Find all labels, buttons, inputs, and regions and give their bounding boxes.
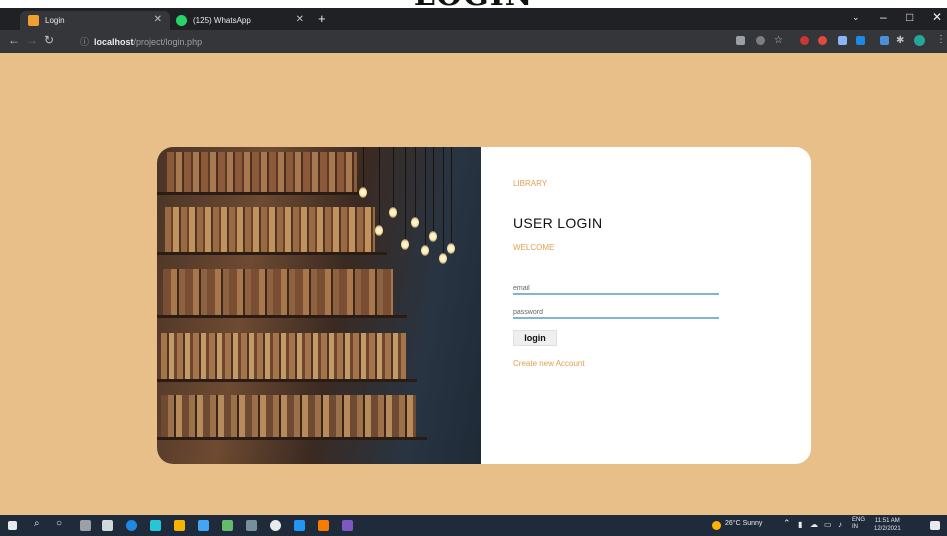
search-icon[interactable]: ⌕	[34, 518, 40, 529]
tab-whatsapp[interactable]: (125) WhatsApp ✕	[168, 11, 312, 30]
reload-icon[interactable]: ↻	[44, 33, 54, 47]
app-icon[interactable]	[222, 520, 233, 531]
new-tab-button[interactable]: +	[318, 11, 326, 26]
clock-time: 11:51 AM	[874, 518, 900, 524]
weather-icon[interactable]	[712, 521, 721, 530]
close-tab-icon[interactable]: ✕	[154, 14, 162, 25]
vscode-icon[interactable]	[294, 520, 305, 531]
form-title: USER LOGIN	[513, 215, 603, 231]
chrome-icon[interactable]	[270, 520, 281, 531]
volume-icon[interactable]: ♪	[838, 520, 842, 529]
login-favicon-icon	[28, 15, 39, 26]
battery-icon[interactable]: ▭	[824, 520, 832, 529]
extension-red-icon[interactable]	[800, 36, 809, 45]
minimize-button[interactable]: –	[880, 10, 887, 24]
tray-chevron-icon[interactable]: ⌃	[783, 518, 791, 529]
slack-icon[interactable]	[342, 520, 353, 531]
url-path: /project/login.php	[133, 36, 203, 47]
extension-adblock-icon[interactable]	[818, 36, 827, 45]
taskbar: ⌕ ○ 26°C Sunny ⌃ ▮ ☁ ▭ ♪ ENG IN 11:51 AM…	[0, 515, 947, 536]
login-button[interactable]: login	[513, 330, 557, 346]
clock[interactable]: 11:51 AM 12/2/2021	[874, 517, 901, 533]
brand-label: LIBRARY	[513, 179, 548, 188]
notifications-icon[interactable]	[930, 521, 940, 530]
page-heading: LOGIN	[0, 0, 947, 13]
cortana-icon[interactable]: ○	[56, 518, 62, 529]
translate-icon[interactable]	[736, 36, 745, 45]
task-view-icon[interactable]	[80, 520, 91, 531]
extensions-icon[interactable]: ✱	[896, 35, 904, 46]
password-field[interactable]	[513, 307, 719, 319]
xampp-icon[interactable]	[318, 520, 329, 531]
network-icon[interactable]: ▮	[798, 520, 802, 529]
tab-title: (125) WhatsApp	[193, 16, 251, 25]
language-indicator[interactable]: ENG IN	[852, 517, 865, 531]
close-tab-icon[interactable]: ✕	[296, 14, 304, 25]
create-account-link[interactable]: Create new Account	[513, 359, 585, 368]
address-bar-row: ← → ↻ ⓘ localhost /project/login.php ☆ ✱…	[0, 30, 947, 53]
bookmark-star-icon[interactable]: ☆	[774, 35, 783, 46]
windows-start-icon[interactable]	[8, 521, 17, 530]
back-arrow-icon[interactable]: ←	[8, 33, 20, 47]
calculator-icon[interactable]	[246, 520, 257, 531]
welcome-label: WELCOME	[513, 243, 555, 252]
url-host: localhost	[94, 36, 134, 47]
profile-avatar[interactable]	[914, 35, 925, 46]
library-photo	[157, 147, 481, 464]
tab-title: Login	[45, 16, 65, 25]
forward-arrow-icon[interactable]: →	[26, 33, 38, 47]
clock-date: 12/2/2021	[874, 526, 901, 532]
store-icon[interactable]	[150, 520, 161, 531]
menu-kebab-icon[interactable]: ⋮	[936, 34, 946, 45]
widgets-icon[interactable]	[102, 520, 113, 531]
extension-puzzle-icon[interactable]	[838, 36, 847, 45]
edge-icon[interactable]	[126, 520, 137, 531]
tab-search-icon[interactable]: ⌄	[852, 12, 860, 23]
extension-cyan-icon[interactable]	[880, 36, 889, 45]
tab-login[interactable]: Login ✕	[20, 11, 170, 30]
email-field[interactable]	[513, 283, 719, 295]
url-field[interactable]: ⓘ localhost /project/login.php	[80, 34, 710, 49]
file-explorer-icon[interactable]	[174, 520, 185, 531]
zoom-icon[interactable]	[756, 36, 765, 45]
mail-icon[interactable]	[198, 520, 209, 531]
close-window-button[interactable]: ✕	[932, 10, 942, 24]
whatsapp-favicon-icon	[176, 15, 187, 26]
browser-chrome: Login ✕ (125) WhatsApp ✕ + ⌄ – □ ✕ ← → ↻…	[0, 8, 947, 53]
login-form: LIBRARY USER LOGIN WELCOME login Create …	[481, 147, 811, 464]
page-content: LIBRARY USER LOGIN WELCOME login Create …	[0, 53, 947, 515]
extension-blue-icon[interactable]	[856, 36, 865, 45]
cloud-icon[interactable]: ☁	[810, 520, 818, 529]
weather-text[interactable]: 26°C Sunny	[725, 520, 762, 527]
login-card: LIBRARY USER LOGIN WELCOME login Create …	[157, 147, 811, 464]
maximize-button[interactable]: □	[906, 10, 913, 24]
site-info-icon[interactable]: ⓘ	[80, 35, 89, 48]
